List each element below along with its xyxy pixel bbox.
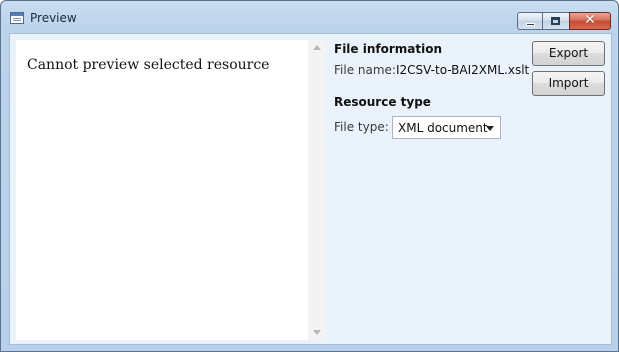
- file-type-selected: XML document: [398, 121, 488, 135]
- chevron-down-icon: [486, 126, 494, 131]
- preview-message: Cannot preview selected resource: [27, 57, 270, 73]
- file-type-select[interactable]: XML document: [392, 116, 501, 139]
- window-icon: [10, 12, 24, 24]
- dialog-content: Cannot preview selected resource File in…: [9, 33, 612, 345]
- close-button[interactable]: ✕: [569, 12, 611, 30]
- maximize-button[interactable]: [543, 12, 569, 30]
- maximize-icon: [551, 17, 560, 25]
- file-name-value: I2CSV-to-BAI2XML.xslt: [396, 63, 530, 77]
- preview-window: Preview ✕ Cannot preview selected resour…: [0, 0, 619, 352]
- export-button[interactable]: Export: [532, 41, 605, 66]
- file-information-heading: File information: [334, 42, 443, 56]
- import-button[interactable]: Import: [532, 71, 605, 96]
- scroll-down-icon[interactable]: [313, 330, 321, 335]
- file-name-label: File name:: [334, 63, 396, 77]
- close-icon: ✕: [584, 12, 596, 28]
- window-title: Preview: [30, 11, 77, 25]
- resource-type-heading: Resource type: [334, 95, 431, 109]
- title-bar[interactable]: Preview ✕: [1, 1, 618, 33]
- file-type-label: File type:: [334, 120, 389, 134]
- preview-pane: Cannot preview selected resource: [16, 40, 308, 340]
- minimize-icon: [526, 23, 535, 26]
- scroll-up-icon[interactable]: [313, 45, 321, 50]
- caption-buttons: ✕: [517, 12, 611, 30]
- minimize-button[interactable]: [517, 12, 543, 30]
- preview-scrollbar[interactable]: [308, 40, 325, 340]
